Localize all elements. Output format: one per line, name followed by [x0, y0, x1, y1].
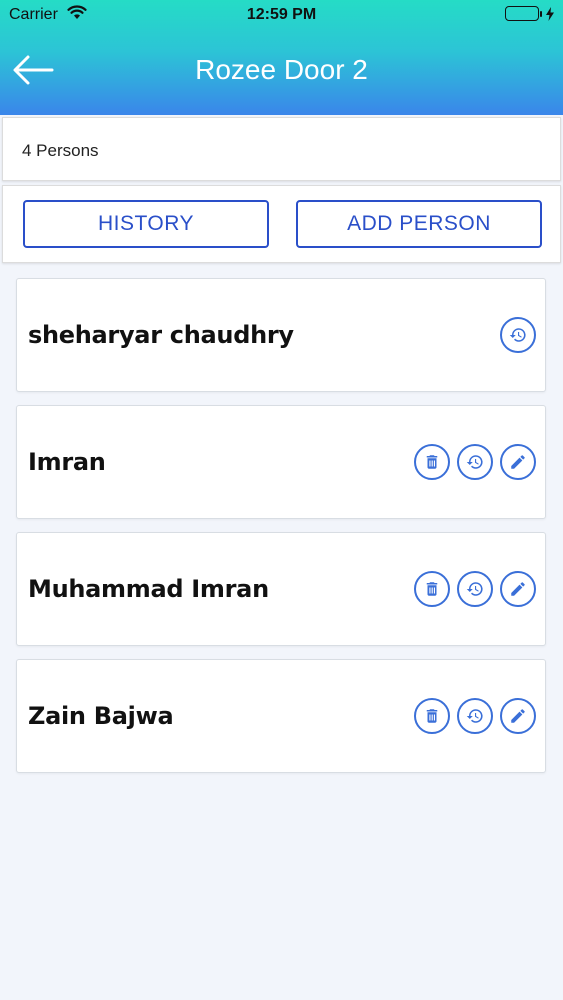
person-name: Zain Bajwa: [28, 702, 174, 730]
app-header: Carrier 12:59 PM Rozee Door 2: [0, 0, 563, 115]
history-icon: [466, 709, 483, 723]
person-card: Imran: [16, 405, 546, 519]
delete-icon-button[interactable]: [414, 444, 450, 480]
person-list: sheharyar chaudhry Imran Muhammad Imran: [16, 278, 546, 786]
edit-icon-button[interactable]: [500, 698, 536, 734]
person-actions: [500, 317, 536, 353]
battery-indicator: [505, 6, 555, 21]
trash-icon: [426, 455, 438, 469]
trash-icon: [426, 709, 438, 723]
history-icon: [509, 328, 526, 342]
person-actions: [414, 698, 536, 734]
pencil-icon: [511, 582, 525, 596]
trash-icon: [426, 582, 438, 596]
history-icon-button[interactable]: [500, 317, 536, 353]
page-title: Rozee Door 2: [195, 54, 368, 85]
person-name: Muhammad Imran: [28, 575, 269, 603]
person-count-label: 4 Persons: [22, 141, 99, 160]
person-card: Zain Bajwa: [16, 659, 546, 773]
person-name: sheharyar chaudhry: [28, 321, 294, 349]
battery-icon: [505, 6, 539, 21]
status-bar: Carrier 12:59 PM: [0, 0, 563, 30]
pencil-icon: [511, 709, 525, 723]
person-actions: [414, 444, 536, 480]
pencil-icon: [511, 455, 525, 469]
person-count-bar: 4 Persons: [2, 117, 561, 181]
history-icon: [466, 455, 483, 469]
person-card: Muhammad Imran: [16, 532, 546, 646]
person-name: Imran: [28, 448, 106, 476]
history-icon-button[interactable]: [457, 698, 493, 734]
history-button[interactable]: HISTORY: [23, 200, 269, 248]
history-icon-button[interactable]: [457, 444, 493, 480]
charging-bolt-icon: [546, 6, 554, 21]
history-icon-button[interactable]: [457, 571, 493, 607]
status-time: 12:59 PM: [246, 6, 317, 23]
person-card: sheharyar chaudhry: [16, 278, 546, 392]
delete-icon-button[interactable]: [414, 698, 450, 734]
edit-icon-button[interactable]: [500, 571, 536, 607]
actions-bar: HISTORY ADD PERSON: [2, 185, 561, 263]
edit-icon-button[interactable]: [500, 444, 536, 480]
person-actions: [414, 571, 536, 607]
add-person-button[interactable]: ADD PERSON: [296, 200, 542, 248]
history-icon: [466, 582, 483, 596]
delete-icon-button[interactable]: [414, 571, 450, 607]
